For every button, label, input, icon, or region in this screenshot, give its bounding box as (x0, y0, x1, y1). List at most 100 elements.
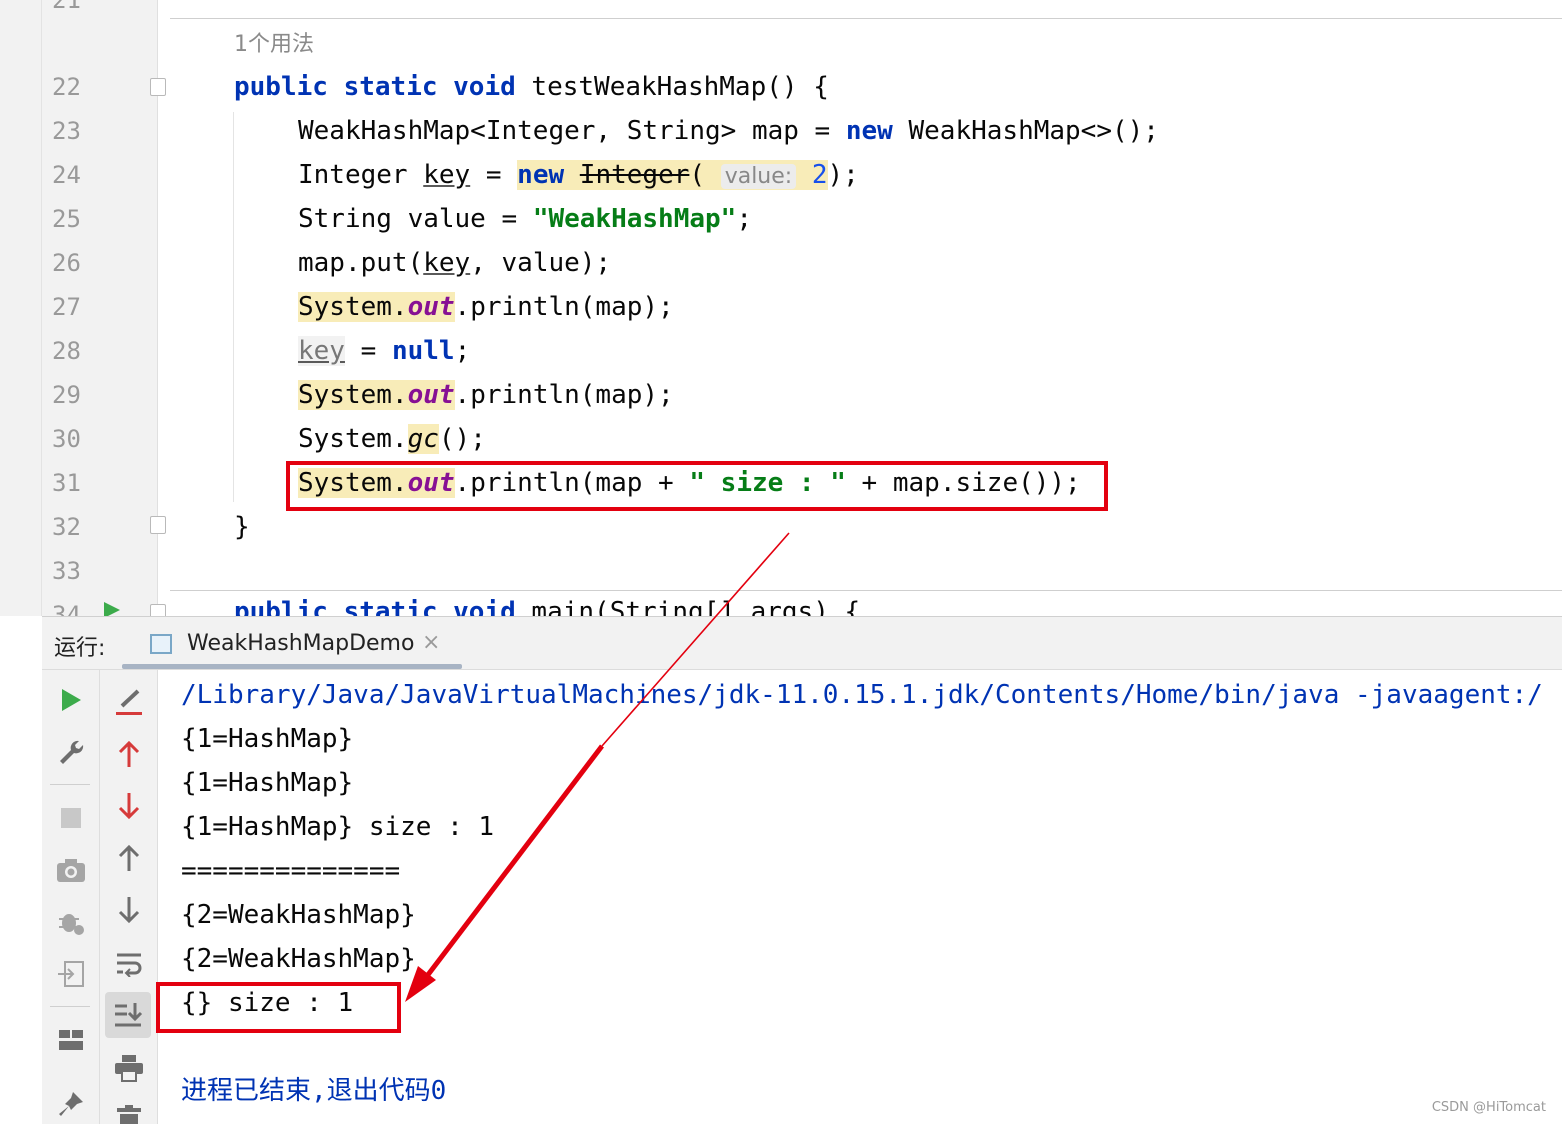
fold-marker-icon[interactable] (150, 78, 166, 96)
parameter-hint: value: (720, 164, 797, 189)
arrow-up-icon[interactable] (109, 838, 149, 878)
debug-icon[interactable] (51, 902, 91, 942)
fold-marker-icon[interactable] (150, 604, 166, 616)
line-number: 30 (52, 425, 81, 453)
code-text: = (470, 160, 518, 190)
pin-icon[interactable] (51, 1084, 91, 1124)
soft-wrap-icon[interactable] (109, 944, 149, 984)
keyword: new (517, 160, 565, 190)
code-line-30[interactable]: System.gc(); (298, 417, 486, 461)
watermark: CSDN @HiTomcat (1431, 1100, 1546, 1115)
string-literal: "WeakHashMap" (532, 204, 737, 234)
keyword: public (234, 72, 328, 102)
indent-guide (233, 112, 234, 502)
console-tab-icon (150, 634, 172, 654)
static-field: out (407, 292, 455, 322)
code-line-29[interactable]: System.out.println(map); (298, 373, 674, 417)
line-number: 33 (52, 557, 81, 585)
line-number: 26 (52, 249, 81, 277)
code-text: .println(map); (454, 292, 674, 322)
editor-left-strip (0, 0, 42, 616)
keyword: new (845, 116, 893, 146)
code-text: System. (298, 292, 408, 322)
stop-icon[interactable] (51, 798, 91, 838)
keyword: static (343, 597, 438, 616)
code-text: System. (298, 380, 408, 410)
code-text: ( (689, 160, 706, 190)
variable-key: key (423, 248, 471, 278)
console-line: {1=HashMap} (181, 768, 354, 798)
keyword: void (453, 72, 516, 102)
arrow-up-red-icon[interactable] (109, 734, 149, 774)
static-field: out (407, 380, 455, 410)
import-icon[interactable] (51, 954, 91, 994)
code-line-28[interactable]: key = null; (298, 329, 470, 373)
line-number: 27 (52, 293, 81, 321)
keyword: null (391, 336, 455, 366)
static-method: gc (407, 424, 439, 454)
code-text: testWeakHashMap() { (515, 72, 829, 102)
code-text: , value); (470, 248, 612, 278)
active-tab-indicator (122, 664, 462, 669)
line-number: 21 (52, 0, 81, 14)
keyword: void (453, 597, 516, 616)
run-gutter-icon[interactable] (102, 600, 122, 616)
number-literal: 2 (811, 160, 828, 190)
code-line-27[interactable]: System.out.println(map); (298, 285, 674, 329)
wrench-icon[interactable] (51, 732, 91, 772)
scroll-to-end-icon[interactable] (105, 992, 151, 1038)
code-editor[interactable]: 21 22 23 24 25 26 27 28 29 30 31 32 33 3… (0, 0, 1562, 616)
toolbar-separator (50, 784, 90, 785)
console-line: {2=WeakHashMap} (181, 900, 416, 930)
method-separator (170, 18, 1562, 19)
console-line: ============== (181, 856, 401, 886)
process-exit-message: 进程已结束,退出代码0 (181, 1076, 447, 1106)
annotation-highlight-box (286, 461, 1108, 511)
code-line-26[interactable]: map.put(key, value); (298, 241, 611, 285)
code-line-24[interactable]: Integer key = new Integer( value: 2); (298, 153, 859, 199)
code-line-23[interactable]: WeakHashMap<Integer, String> map = new W… (298, 109, 1159, 153)
tab-title[interactable]: WeakHashMapDemo (187, 631, 414, 656)
code-text: ); (827, 160, 859, 190)
console-line: {1=HashMap} (181, 724, 354, 754)
fold-marker-icon[interactable] (150, 516, 166, 534)
code-text: (); (438, 424, 486, 454)
line-number: 32 (52, 513, 81, 541)
clear-pen-icon[interactable] (109, 682, 149, 722)
print-icon[interactable] (109, 1048, 149, 1088)
line-number: 28 (52, 337, 81, 365)
console-line: {1=HashMap} size : 1 (181, 812, 495, 842)
run-label: 运行: (54, 636, 106, 661)
annotation-highlight-box (156, 982, 401, 1033)
code-line-32[interactable]: } (234, 505, 250, 549)
code-line-25[interactable]: String value = "WeakHashMap"; (298, 197, 752, 241)
camera-icon[interactable] (51, 850, 91, 890)
run-toolbar-secondary (100, 670, 158, 1124)
variable-key: key (423, 160, 471, 190)
line-number: 29 (52, 381, 81, 409)
arrow-down-red-icon[interactable] (109, 786, 149, 826)
usage-hint[interactable]: 1个用法 (234, 26, 314, 58)
code-text: WeakHashMap<Integer, String> map = (298, 116, 846, 146)
close-icon[interactable]: × (422, 630, 440, 655)
line-number: 22 (52, 73, 81, 101)
code-line-34[interactable]: public static void main(String[] args) { (234, 590, 860, 616)
deprecated-class: Integer (579, 160, 690, 190)
line-number: 31 (52, 469, 81, 497)
trash-icon[interactable] (109, 1098, 149, 1124)
play-icon[interactable] (51, 680, 91, 720)
toolbar-separator (50, 1006, 90, 1007)
arrow-down-icon[interactable] (109, 890, 149, 930)
code-text: map.put( (298, 248, 424, 278)
line-number: 25 (52, 205, 81, 233)
console-line: /Library/Java/JavaVirtualMachines/jdk-11… (181, 680, 1543, 710)
code-text: WeakHashMap<>(); (892, 116, 1159, 146)
code-text: System. (298, 424, 408, 454)
run-toolbar-primary (42, 670, 100, 1124)
keyword: public (234, 597, 328, 616)
code-text: = (344, 336, 392, 366)
variable-key: key (298, 336, 345, 366)
code-line-22[interactable]: public static void testWeakHashMap() { (234, 65, 829, 109)
layout-icon[interactable] (51, 1020, 91, 1060)
